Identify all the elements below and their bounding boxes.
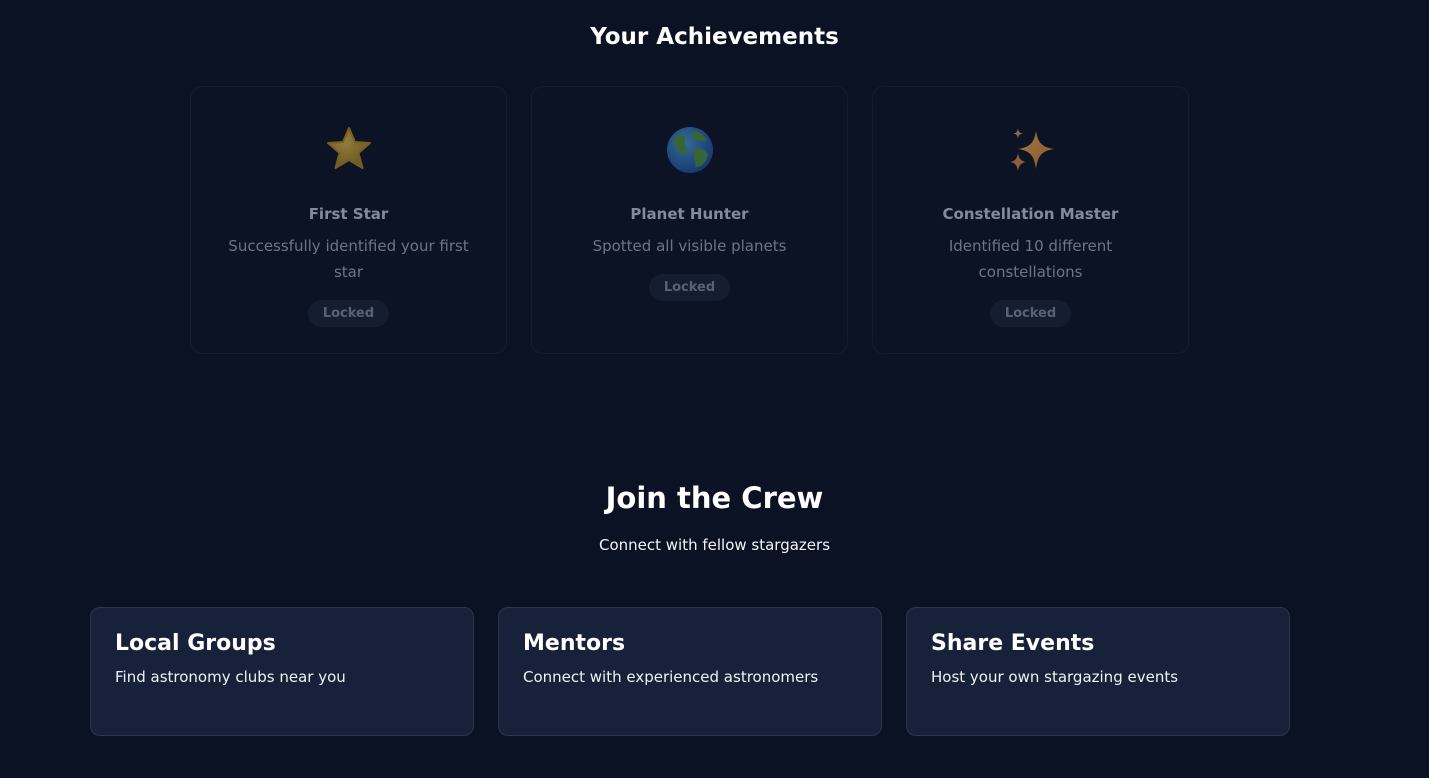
locked-badge: Locked (989, 300, 1072, 327)
share-events-card[interactable]: Share Events Host your own stargazing ev… (906, 607, 1290, 736)
card-description: Host your own stargazing events (931, 668, 1179, 686)
locked-badge: Locked (307, 300, 390, 327)
achievement-name: Constellation Master (942, 205, 1119, 223)
achievement-card-constellation-master: Constellation Master Identified 10 diffe… (872, 86, 1189, 354)
achievement-name: First Star (308, 205, 389, 223)
crew-grid: Local Groups Find astronomy clubs near y… (90, 607, 1290, 736)
achievement-name: Planet Hunter (630, 205, 749, 223)
achievement-description: Identified 10 different constellations (948, 237, 1113, 281)
card-title: Mentors (523, 631, 626, 656)
local-groups-card[interactable]: Local Groups Find astronomy clubs near y… (90, 607, 474, 736)
earth-globe-icon (666, 127, 713, 173)
page: Your Achievements First Star Successfull… (0, 0, 1429, 778)
crew-subtitle: Connect with fellow stargazers (598, 536, 831, 554)
card-title: Local Groups (115, 631, 276, 656)
card-description: Connect with experienced astronomers (523, 668, 819, 686)
achievement-card-first-star: First Star Successfully identified your … (190, 86, 507, 354)
crew-title: Join the Crew (605, 481, 824, 515)
card-title: Share Events (931, 631, 1095, 656)
achievements-grid: First Star Successfully identified your … (190, 86, 1189, 354)
achievements-title: Your Achievements (590, 24, 839, 50)
sparkles-icon (1009, 128, 1054, 171)
achievement-description: Spotted all visible planets (592, 237, 787, 255)
card-description: Find astronomy clubs near you (115, 668, 346, 686)
achievement-card-planet-hunter: Planet Hunter Spotted all visible planet… (531, 86, 848, 354)
mentors-card[interactable]: Mentors Connect with experienced astrono… (498, 607, 882, 736)
star-icon (326, 127, 371, 169)
locked-badge: Locked (648, 274, 731, 301)
achievement-description: Successfully identified your first star (228, 237, 469, 281)
